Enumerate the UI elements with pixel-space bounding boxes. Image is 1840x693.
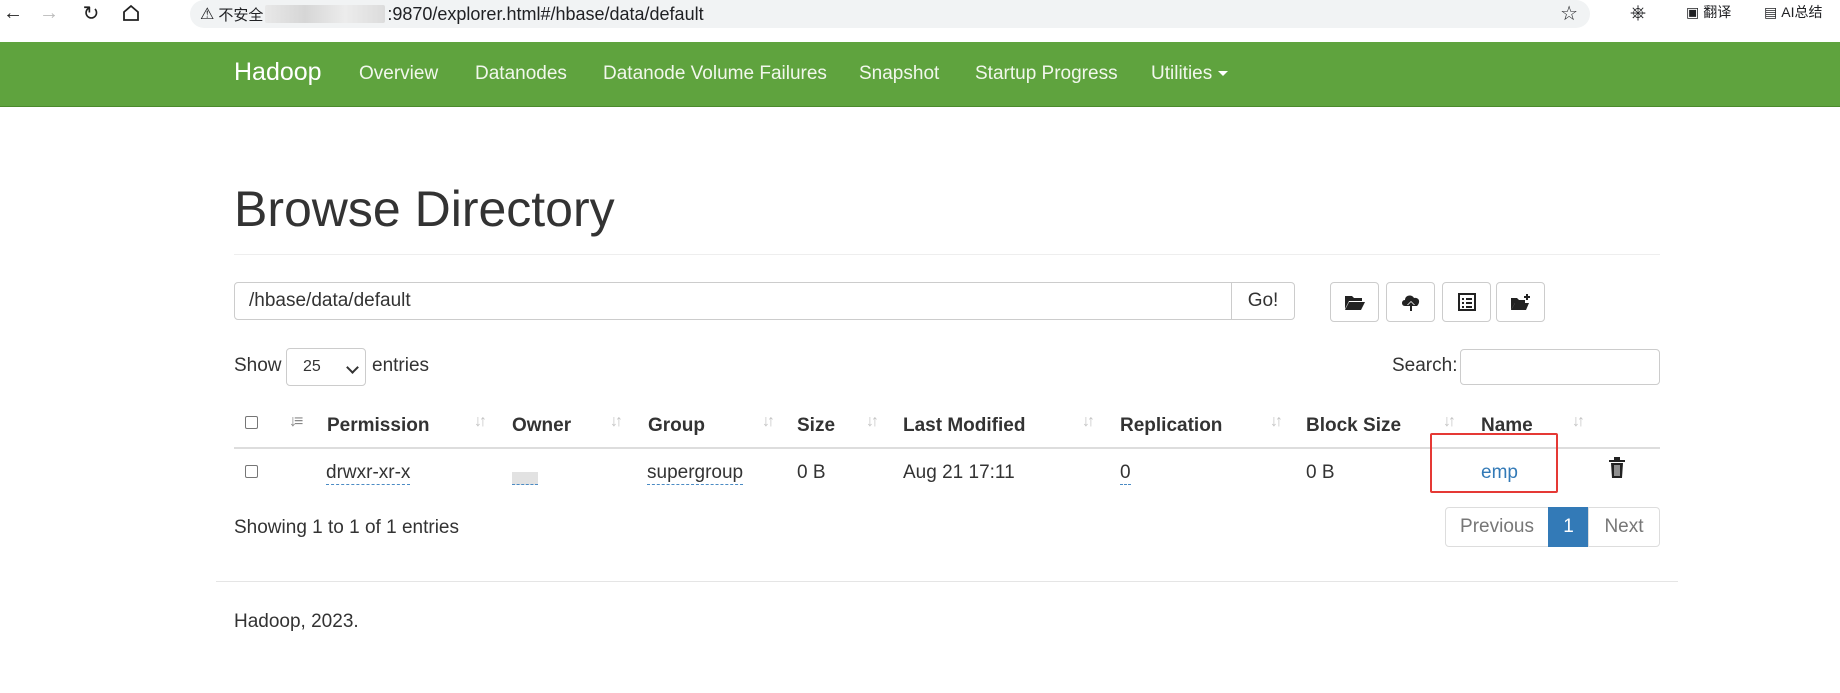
translate-button[interactable]: ▣ 翻译 (1686, 2, 1731, 22)
annotation-highlight-box (1430, 433, 1558, 493)
url-text: :9870/explorer.html#/hbase/data/default (387, 3, 704, 24)
column-last-modified[interactable]: Last Modified (903, 415, 1025, 437)
footer-divider (216, 581, 1678, 582)
delete-button[interactable] (1608, 457, 1626, 485)
security-label: 不安全 (218, 6, 264, 24)
column-group[interactable]: Group (648, 415, 705, 437)
sort-icon[interactable]: ↓≡ (289, 413, 303, 431)
sort-icon[interactable]: ↓↑ (762, 413, 775, 431)
create-directory-button[interactable] (1496, 282, 1545, 322)
group-cell[interactable]: supergroup (647, 462, 744, 485)
sort-icon[interactable]: ↓↑ (1270, 413, 1283, 431)
directory-path-input[interactable] (234, 282, 1232, 320)
redacted-owner (512, 472, 538, 486)
show-label: Show (234, 355, 282, 376)
footer-text: Hadoop, 2023. (234, 611, 359, 632)
sort-icon[interactable]: ↓↑ (474, 413, 487, 431)
table-info: Showing 1 to 1 of 1 entries (234, 517, 459, 538)
page-1-button[interactable]: 1 (1548, 507, 1589, 547)
caret-down-icon (1218, 71, 1229, 77)
title-divider (234, 254, 1660, 255)
go-button[interactable]: Go! (1231, 282, 1295, 320)
sort-icon[interactable]: ↓↑ (1572, 413, 1585, 431)
open-folder-button[interactable] (1330, 282, 1379, 322)
sort-icon[interactable]: ↓↑ (1443, 413, 1456, 431)
reload-icon[interactable]: ↻ (78, 0, 104, 26)
select-all-checkbox[interactable] (245, 416, 258, 429)
previous-page-button[interactable]: Previous (1445, 507, 1549, 547)
nav-utilities-label: Utilities (1151, 63, 1213, 84)
column-permission[interactable]: Permission (327, 415, 429, 437)
trash-icon (1609, 457, 1625, 478)
top-navbar: Hadoop Overview Datanodes Datanode Volum… (0, 42, 1840, 107)
browser-toolbar: ← → ↻ ⚠ 不安全 :9870/explorer.html#/hbase/d… (0, 0, 1840, 36)
nav-datanodes[interactable]: Datanodes (475, 63, 567, 85)
nav-snapshot[interactable]: Snapshot (859, 63, 939, 85)
folder-plus-icon (1510, 294, 1530, 310)
translate-icon: ▣ (1686, 3, 1700, 20)
column-replication[interactable]: Replication (1120, 415, 1222, 437)
ai-summary-icon: ▤ (1764, 3, 1778, 20)
ai-summary-button[interactable]: ▤ AI总结 (1764, 2, 1822, 22)
column-owner[interactable]: Owner (512, 415, 571, 437)
search-input[interactable] (1460, 349, 1660, 385)
navbar-brand[interactable]: Hadoop (234, 58, 322, 87)
list-view-button[interactable] (1442, 282, 1491, 322)
nav-overview[interactable]: Overview (359, 63, 438, 85)
back-icon[interactable]: ← (0, 0, 26, 26)
home-icon[interactable] (118, 0, 144, 26)
page-length-select[interactable]: 25 (286, 348, 366, 386)
last-modified-cell: Aug 21 17:11 (903, 462, 1015, 483)
translate-label: 翻译 (1703, 4, 1732, 20)
address-bar[interactable]: ⚠ 不安全 :9870/explorer.html#/hbase/data/de… (190, 0, 1590, 28)
sort-icon[interactable]: ↓↑ (1082, 413, 1095, 431)
forward-icon[interactable]: → (36, 0, 62, 26)
redacted-host (265, 5, 386, 23)
list-alt-icon (1457, 293, 1476, 311)
cloud-upload-icon (1401, 295, 1419, 311)
replication-cell[interactable]: 0 (1120, 462, 1131, 485)
extensions-icon[interactable]: ⎈ (1630, 2, 1646, 25)
search-label: Search: (1392, 355, 1458, 376)
next-page-button[interactable]: Next (1588, 507, 1660, 547)
entries-label: entries (372, 355, 430, 376)
sort-icon[interactable]: ↓↑ (866, 413, 879, 431)
ai-summary-label: AI总结 (1781, 4, 1823, 20)
column-block-size[interactable]: Block Size (1306, 415, 1401, 437)
nav-utilities-dropdown[interactable]: Utilities (1151, 63, 1229, 85)
page-title: Browse Directory (234, 181, 615, 237)
nav-datanode-volume-failures[interactable]: Datanode Volume Failures (603, 63, 827, 85)
upload-button[interactable] (1386, 282, 1435, 322)
nav-startup-progress[interactable]: Startup Progress (975, 63, 1118, 85)
owner-cell-redacted[interactable] (512, 468, 538, 490)
page-length-value: 25 (303, 358, 321, 375)
bookmark-star-icon[interactable]: ☆ (1560, 1, 1578, 26)
column-size[interactable]: Size (797, 415, 835, 437)
size-cell: 0 B (797, 462, 826, 483)
warning-icon: ⚠ (200, 6, 215, 23)
row-checkbox[interactable] (245, 465, 258, 478)
block-size-cell: 0 B (1306, 462, 1335, 483)
sort-icon[interactable]: ↓↑ (610, 413, 623, 431)
permission-cell[interactable]: drwxr-xr-x (326, 462, 411, 485)
chevron-down-icon (346, 361, 359, 374)
folder-open-icon (1344, 296, 1365, 310)
